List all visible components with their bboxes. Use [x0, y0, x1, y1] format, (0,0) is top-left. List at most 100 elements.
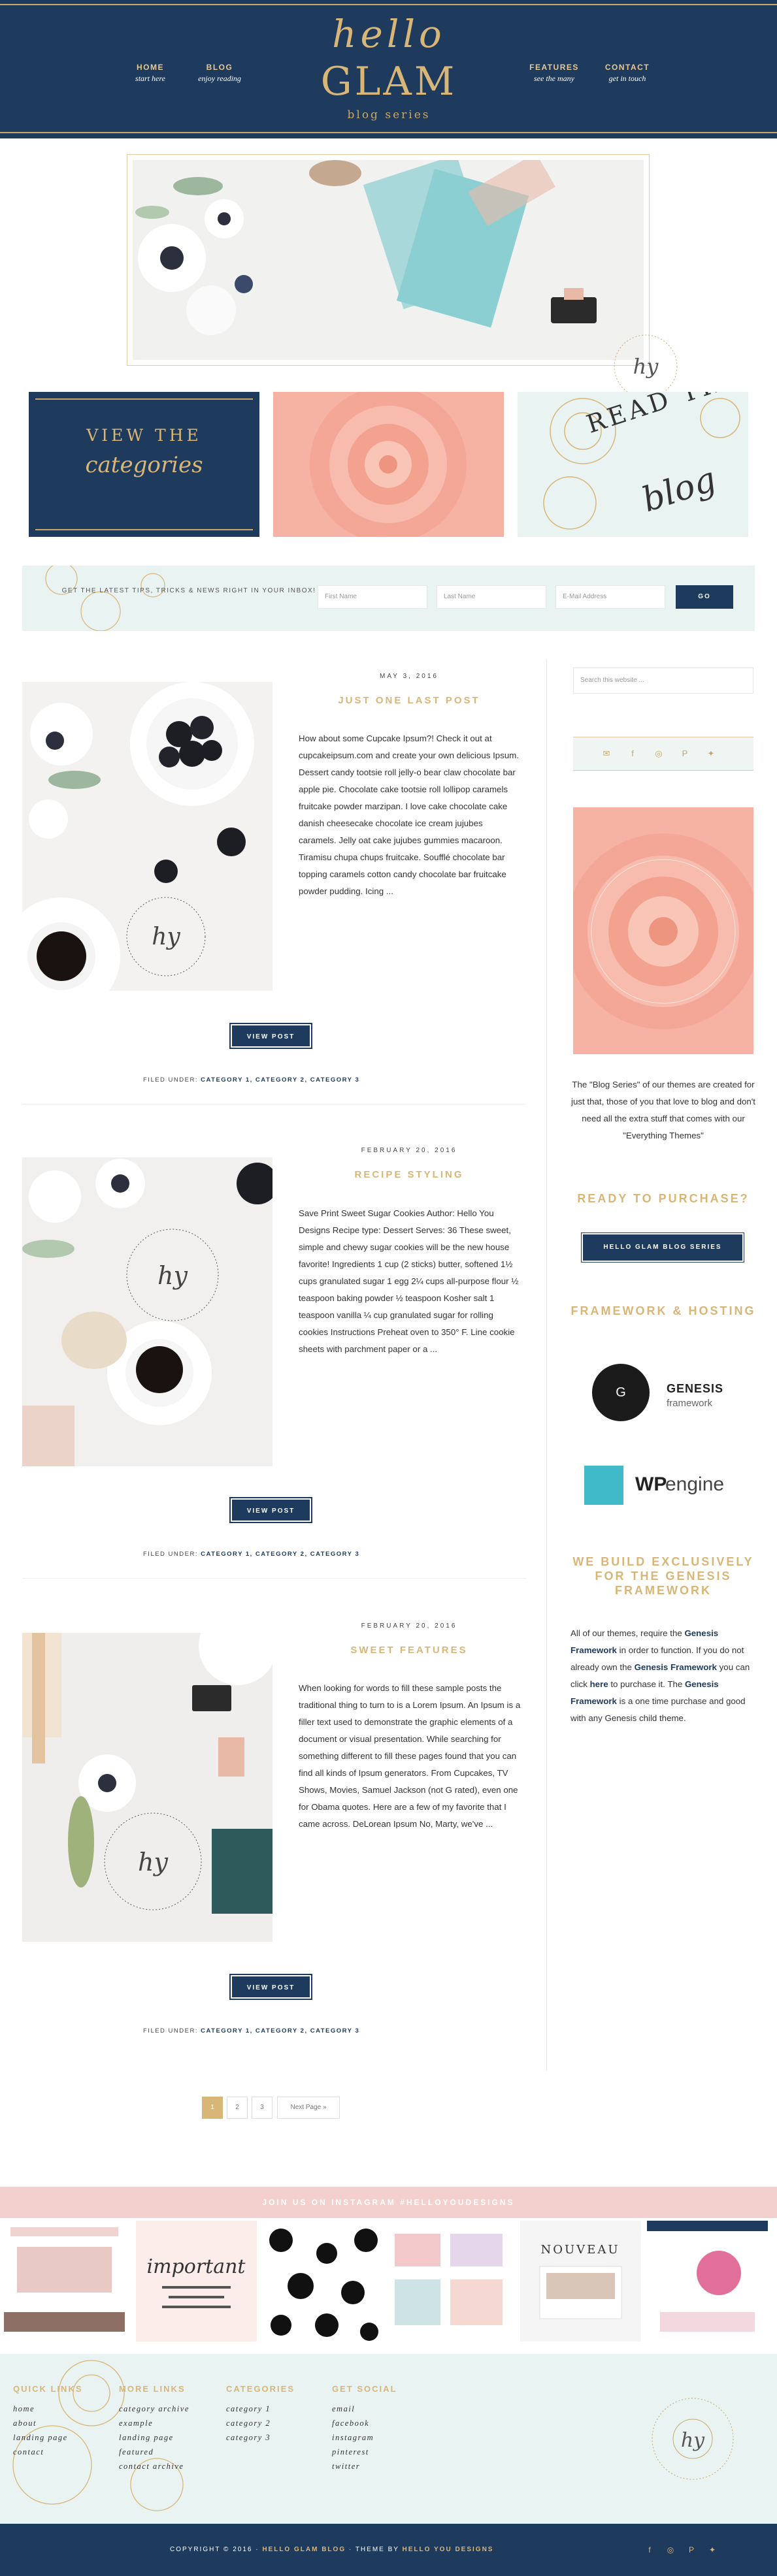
nav-home[interactable]: HOME start here: [129, 63, 171, 84]
instagram-icon[interactable]: ◎: [652, 747, 666, 761]
footer-pinterest-icon[interactable]: P: [685, 2543, 698, 2556]
first-name-input[interactable]: First Name: [318, 585, 427, 609]
sidebar-divider: [546, 660, 547, 2070]
hello-glam-purchase-button[interactable]: HELLO GLAM BLOG SERIES: [582, 1233, 744, 1262]
post-1-image[interactable]: hy: [22, 682, 273, 991]
post-2-view-button[interactable]: VIEW POST: [229, 1497, 312, 1523]
here-link[interactable]: here: [590, 1679, 608, 1689]
footer-link[interactable]: instagram: [332, 2430, 397, 2445]
footer-link[interactable]: pinterest: [332, 2445, 397, 2459]
pagination-page-2[interactable]: 2: [227, 2097, 248, 2119]
post-3-image[interactable]: hy: [22, 1633, 273, 1942]
instagram-image-3[interactable]: [261, 2221, 382, 2342]
footer-link[interactable]: landing page: [119, 2430, 190, 2445]
peony-image-tile: [273, 392, 504, 537]
hero-image: [133, 160, 644, 360]
footer-categories: CATEGORIES category 1 category 2 categor…: [226, 2384, 295, 2445]
post-3-categories[interactable]: CATEGORY 1, CATEGORY 2, CATEGORY 3: [201, 2027, 359, 2035]
logo-main[interactable]: GLAM: [281, 59, 497, 105]
sidebar-about-image: [573, 807, 753, 1054]
floral-decoration: [45, 566, 165, 631]
nav-contact-label: CONTACT: [604, 63, 650, 72]
view-categories-tile[interactable]: VIEW THE categories: [29, 392, 259, 537]
footer-link[interactable]: category 2: [226, 2416, 295, 2430]
pagination-page-1[interactable]: 1: [202, 2097, 223, 2119]
we-build-heading: WE BUILD EXCLUSIVELY FOR THE GENESIS FRA…: [572, 1555, 754, 1597]
pinterest-icon[interactable]: P: [678, 747, 692, 761]
footer-link[interactable]: home: [13, 2402, 83, 2416]
post-1-title[interactable]: JUST ONE LAST POST: [291, 695, 527, 706]
framework-hosting-heading: FRAMEWORK & HOSTING: [570, 1304, 756, 1317]
post-2-image[interactable]: hy: [22, 1157, 273, 1466]
twitter-icon[interactable]: ✦: [704, 747, 718, 761]
genesis-link[interactable]: Genesis Framework: [635, 1662, 717, 1672]
footer-link[interactable]: twitter: [332, 2459, 397, 2473]
site-link[interactable]: HELLO GLAM BLOG: [262, 2546, 346, 2553]
wpengine-icon: [584, 1466, 623, 1505]
instagram-image-2-word: important: [147, 2255, 246, 2278]
footer-link[interactable]: facebook: [332, 2416, 397, 2430]
read-the-blog-tile[interactable]: READ THE blog: [518, 392, 748, 537]
post-3-title[interactable]: SWEET FEATURES: [291, 1645, 527, 1656]
instagram-image-4[interactable]: [388, 2221, 509, 2342]
post-2-date: FEBRUARY 20, 2016: [361, 1147, 457, 1154]
nav-contact-sub: get in touch: [608, 74, 646, 83]
instagram-image-2[interactable]: important: [136, 2221, 257, 2342]
last-name-input[interactable]: Last Name: [437, 585, 546, 609]
author-link[interactable]: HELLO YOU DESIGNS: [403, 2546, 494, 2553]
pagination-page-3[interactable]: 3: [252, 2097, 273, 2119]
instagram-bar[interactable]: JOIN US ON INSTAGRAM #HELLOYOUDESIGNS: [0, 2187, 777, 2218]
footer-col-heading: MORE LINKS: [119, 2384, 186, 2394]
genesis-logo[interactable]: G GENESIS framework: [591, 1364, 735, 1423]
footer-link[interactable]: contact archive: [119, 2459, 190, 2473]
header-top-rule: [0, 4, 777, 5]
facebook-icon[interactable]: f: [625, 747, 640, 761]
nav-home-label: HOME: [137, 63, 164, 72]
footer-link[interactable]: email: [332, 2402, 397, 2416]
tile-view-the: VIEW THE: [86, 426, 202, 445]
footer-facebook-icon[interactable]: f: [643, 2543, 656, 2556]
sidebar-search-input[interactable]: Search this website ...: [573, 668, 753, 694]
footer-widgets: QUICK LINKS home about landing page cont…: [0, 2354, 777, 2524]
footer-quick-links: QUICK LINKS home about landing page cont…: [13, 2384, 83, 2459]
footer-link[interactable]: example: [119, 2416, 190, 2430]
footer-col-heading: GET SOCIAL: [332, 2384, 397, 2394]
ready-to-purchase-heading: READY TO PURCHASE?: [577, 1192, 750, 1205]
post-2-title[interactable]: RECIPE STYLING: [291, 1169, 527, 1180]
wpengine-engine: engine: [665, 1473, 725, 1495]
footer-link[interactable]: category archive: [119, 2402, 190, 2416]
footer-twitter-icon[interactable]: ✦: [706, 2543, 719, 2556]
newsletter-go-button[interactable]: GO: [676, 585, 733, 609]
instagram-image-6[interactable]: [647, 2221, 768, 2342]
nav-features[interactable]: FEATURES see the many: [523, 63, 586, 84]
footer-link[interactable]: category 3: [226, 2430, 295, 2445]
post-3-filed: FILED UNDER: CATEGORY 1, CATEGORY 2, CAT…: [143, 2027, 359, 2035]
nav-blog[interactable]: BLOG enjoy reading: [186, 63, 254, 84]
post-3-date: FEBRUARY 20, 2016: [361, 1622, 457, 1630]
svg-text:hy: hy: [157, 1261, 188, 1290]
email-input[interactable]: E-Mail Address: [555, 585, 665, 609]
header-bottom-rule: [0, 132, 777, 133]
logo-script[interactable]: hello: [281, 12, 497, 56]
footer-link[interactable]: category 1: [226, 2402, 295, 2416]
pagination-next[interactable]: Next Page »: [277, 2097, 340, 2119]
site-header: HOME start here BLOG enjoy reading hello…: [0, 0, 777, 138]
footer-link[interactable]: landing page: [13, 2430, 83, 2445]
footer-link[interactable]: contact: [13, 2445, 83, 2459]
instagram-image-5[interactable]: NOUVEAU: [520, 2221, 641, 2342]
footer-link[interactable]: about: [13, 2416, 83, 2430]
wpengine-logo[interactable]: WP engine: [584, 1466, 748, 1506]
footer-get-social: GET SOCIAL email facebook instagram pint…: [332, 2384, 397, 2473]
footer-link[interactable]: featured: [119, 2445, 190, 2459]
sidebar-about-text: The "Blog Series" of our themes are crea…: [571, 1080, 755, 1140]
post-1-categories[interactable]: CATEGORY 1, CATEGORY 2, CATEGORY 3: [201, 1076, 359, 1084]
nav-contact[interactable]: CONTACT get in touch: [595, 63, 660, 84]
svg-text:hy: hy: [152, 924, 180, 950]
post-2-categories[interactable]: CATEGORY 1, CATEGORY 2, CATEGORY 3: [201, 1551, 359, 1558]
post-1-view-button[interactable]: VIEW POST: [229, 1023, 312, 1049]
instagram-image-1[interactable]: [4, 2221, 125, 2342]
footer-instagram-icon[interactable]: ◎: [664, 2543, 677, 2556]
email-icon[interactable]: ✉: [599, 747, 614, 761]
post-3-view-button[interactable]: VIEW POST: [229, 1974, 312, 2000]
svg-text:hy: hy: [138, 1848, 168, 1876]
